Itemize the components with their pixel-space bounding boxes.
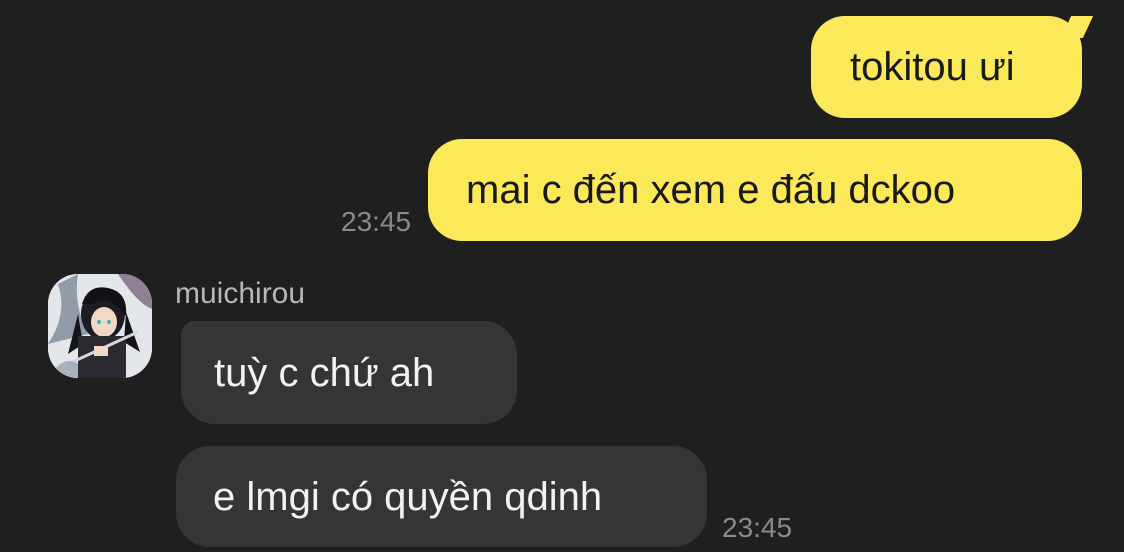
message-text: tokitou ưi <box>850 45 1015 89</box>
incoming-message-bubble[interactable]: tuỳ c chứ ah <box>181 321 517 424</box>
chat-message-list: tokitou ưi mai c đến xem e đấu dckoo 23:… <box>0 0 1124 552</box>
avatar-image-icon <box>48 274 152 378</box>
message-text: tuỳ c chứ ah <box>214 350 435 395</box>
message-text: e lmgi có quyền qdinh <box>213 474 603 519</box>
message-timestamp: 23:45 <box>341 206 412 237</box>
outgoing-message-bubble[interactable]: mai c đến xem e đấu dckoo <box>428 139 1082 241</box>
message-text: mai c đến xem e đấu dckoo <box>466 168 956 212</box>
incoming-message-bubble[interactable]: e lmgi có quyền qdinh <box>176 446 707 547</box>
sender-name: muichirou <box>175 277 306 310</box>
message-timestamp: 23:45 <box>722 512 793 543</box>
sender-avatar[interactable] <box>48 274 152 378</box>
outgoing-message-bubble[interactable]: tokitou ưi <box>811 16 1082 118</box>
